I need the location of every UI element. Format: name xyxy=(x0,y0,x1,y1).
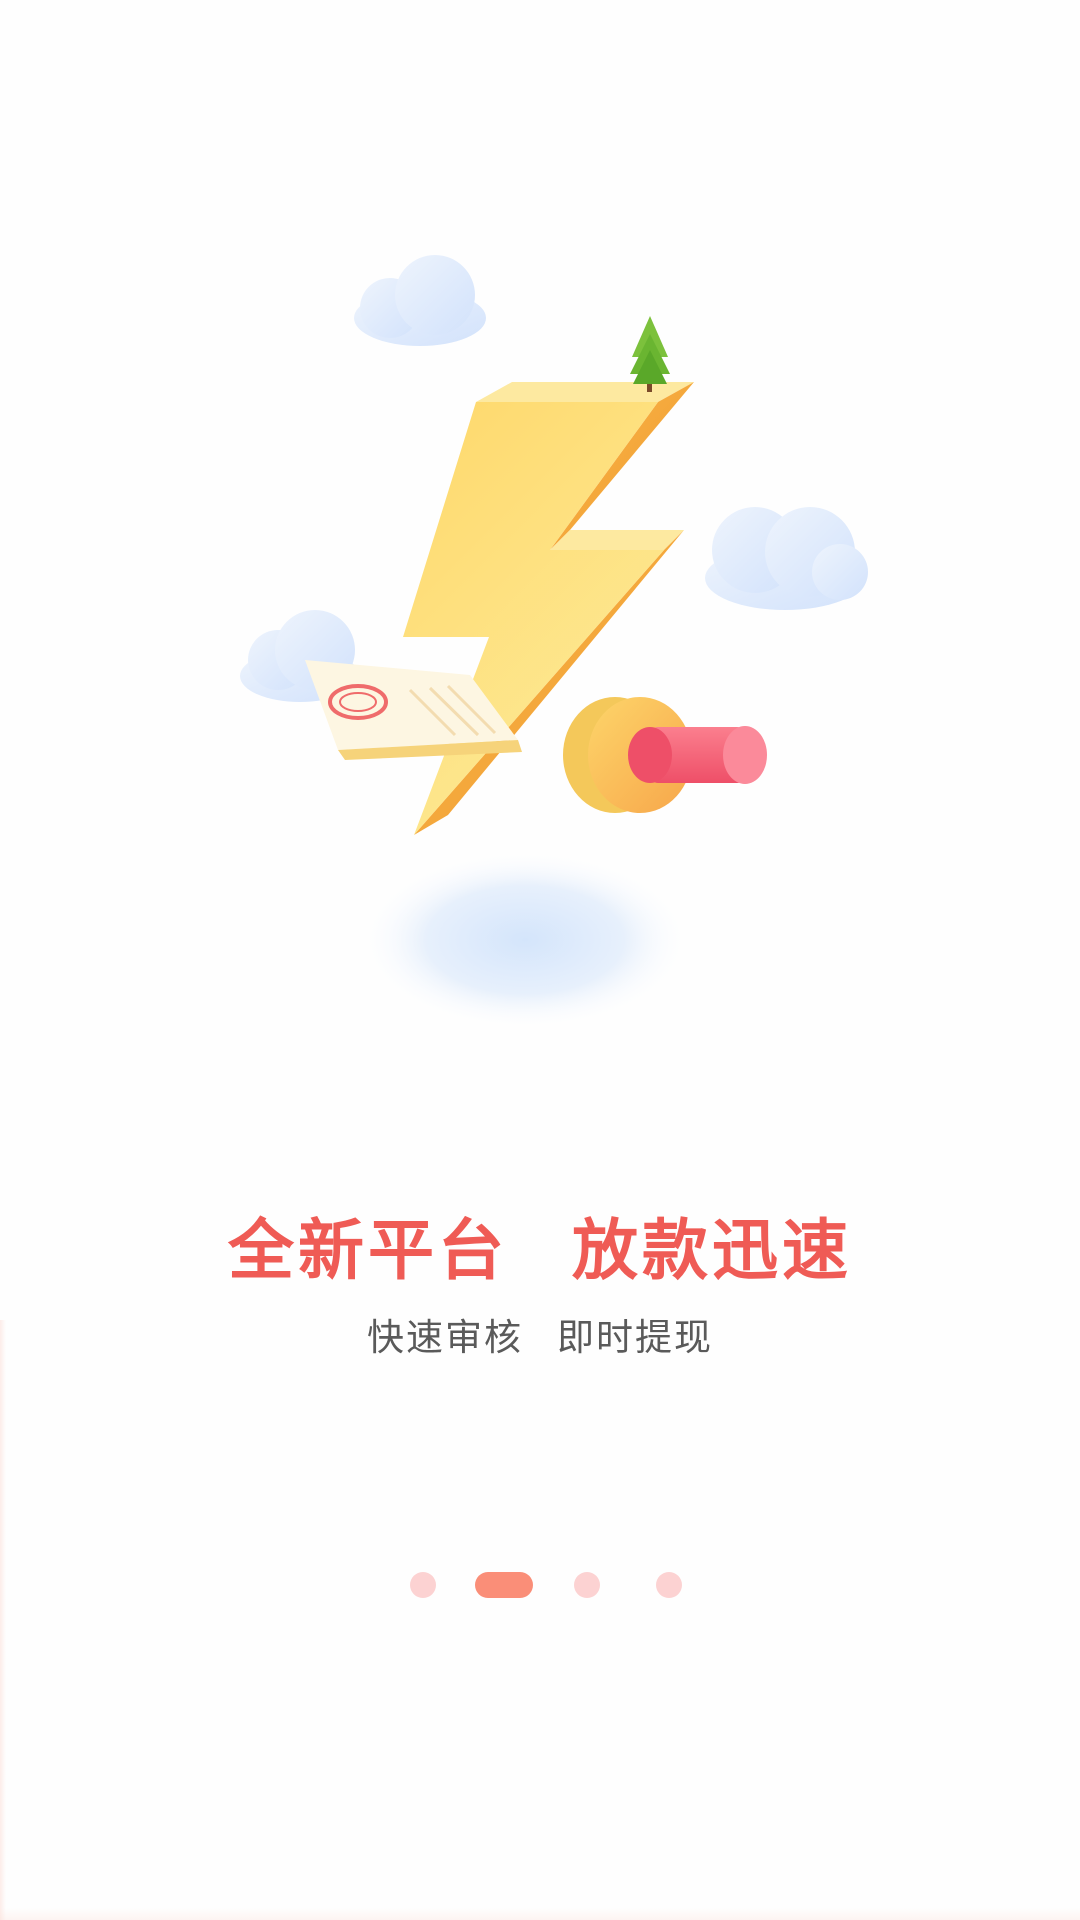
page-dot[interactable] xyxy=(656,1572,682,1598)
page-headline: 全新平台 放款迅速 xyxy=(0,1205,1080,1295)
ground-shadow xyxy=(360,850,690,1030)
page-dot[interactable] xyxy=(410,1572,436,1598)
subline-right: 即时提现 xyxy=(557,1316,713,1359)
headline-left: 全新平台 xyxy=(228,1211,508,1289)
headline-right: 放款迅速 xyxy=(572,1211,852,1289)
coin-icon xyxy=(563,697,767,813)
bottom-edge-glow xyxy=(0,1908,1080,1920)
onboarding-illustration xyxy=(240,255,868,1030)
page-subtitle: 快速审核 即时提现 xyxy=(0,1313,1080,1363)
subline-left: 快速审核 xyxy=(367,1316,523,1359)
left-edge-glow xyxy=(0,1320,6,1920)
cloud-icon xyxy=(354,255,486,346)
page-dot-active[interactable] xyxy=(475,1572,533,1598)
page-dot[interactable] xyxy=(574,1572,600,1598)
cloud-icon xyxy=(705,507,868,610)
tree-icon xyxy=(630,316,670,392)
page-indicator xyxy=(0,1572,1080,1598)
